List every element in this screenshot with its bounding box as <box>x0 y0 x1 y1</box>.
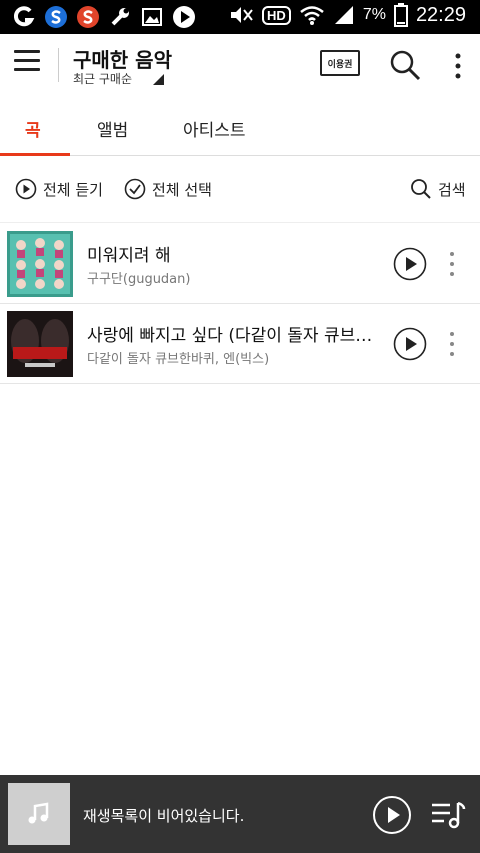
play-all-button[interactable]: 전체 듣기 <box>15 178 103 200</box>
playlist-icon <box>432 801 466 829</box>
wifi-icon <box>300 6 324 25</box>
search-label: 검색 <box>438 180 466 199</box>
image-icon <box>140 5 164 29</box>
play-circle-icon <box>172 5 196 29</box>
app-bar: 구매한 음악 최근 구매순 이용권 <box>0 34 480 96</box>
play-circle-icon <box>393 327 427 361</box>
music-note-icon <box>28 802 49 824</box>
playlist-button[interactable] <box>430 799 466 831</box>
sort-dropdown[interactable]: 최근 구매순 <box>73 70 132 87</box>
hamburger-icon <box>14 50 40 53</box>
player-album-art <box>8 783 70 845</box>
more-options-button[interactable] <box>446 50 470 82</box>
dropdown-caret-icon[interactable] <box>153 74 164 85</box>
list-search-button[interactable]: 검색 <box>410 178 466 200</box>
tab-albums[interactable]: 앨범 <box>97 116 128 141</box>
s-app-icon-red <box>76 5 100 29</box>
pass-button[interactable]: 이용권 <box>320 50 360 76</box>
mini-player[interactable]: 재생목록이 비어있습니다. <box>0 775 480 853</box>
search-button[interactable] <box>388 48 422 82</box>
search-icon <box>411 179 431 199</box>
active-tab-indicator <box>0 153 70 156</box>
play-circle-icon <box>15 178 37 200</box>
more-vert-icon <box>450 332 454 356</box>
song-more-button[interactable] <box>446 250 458 278</box>
tab-songs[interactable]: 곡 <box>25 116 41 141</box>
clock: 22:29 <box>415 3 466 26</box>
check-circle-icon <box>124 178 146 200</box>
signal-icon <box>334 6 353 24</box>
album-art <box>7 231 73 297</box>
page-title: 구매한 음악 <box>73 48 172 72</box>
song-row[interactable]: 미워지려 해 구구단(gugudan) <box>0 224 480 304</box>
battery-percent: 7% <box>362 6 386 23</box>
song-play-button[interactable] <box>393 247 427 281</box>
song-title: 미워지려 해 <box>87 246 171 266</box>
menu-button[interactable] <box>14 50 42 78</box>
g-app-icon <box>12 5 36 29</box>
tab-artists[interactable]: 아티스트 <box>183 116 246 141</box>
song-artist: 다같이 돌자 큐브한바퀴, 엔(빅스) <box>87 352 270 367</box>
song-title: 사랑에 빠지고 싶다 (다같이 돌자 큐브한바퀴) <box>87 326 383 346</box>
play-circle-icon <box>373 796 411 834</box>
player-status-text: 재생목록이 비어있습니다. <box>83 807 245 825</box>
select-all-button[interactable]: 전체 선택 <box>124 178 212 200</box>
s-app-icon <box>44 5 68 29</box>
play-all-label: 전체 듣기 <box>43 180 103 199</box>
select-all-label: 전체 선택 <box>152 180 212 199</box>
divider <box>58 48 59 82</box>
more-vert-icon <box>455 53 461 79</box>
song-play-button[interactable] <box>393 327 427 361</box>
status-bar: HD 7% 22:29 <box>0 0 480 34</box>
tab-bar: 곡 앨범 아티스트 <box>0 96 480 156</box>
more-vert-icon <box>450 252 454 276</box>
wrench-icon <box>108 5 132 29</box>
song-artist: 구구단(gugudan) <box>87 272 191 287</box>
song-row[interactable]: 사랑에 빠지고 싶다 (다같이 돌자 큐브한바퀴) 다같이 돌자 큐브한바퀴, … <box>0 304 480 384</box>
action-bar: 전체 듣기 전체 선택 검색 <box>0 157 480 223</box>
search-icon <box>390 50 421 81</box>
album-art <box>7 311 73 377</box>
hd-badge: HD <box>262 5 291 25</box>
player-play-button[interactable] <box>372 795 412 835</box>
battery-icon <box>393 3 408 27</box>
song-more-button[interactable] <box>446 330 458 358</box>
mute-icon <box>231 7 253 23</box>
play-circle-icon <box>393 247 427 281</box>
